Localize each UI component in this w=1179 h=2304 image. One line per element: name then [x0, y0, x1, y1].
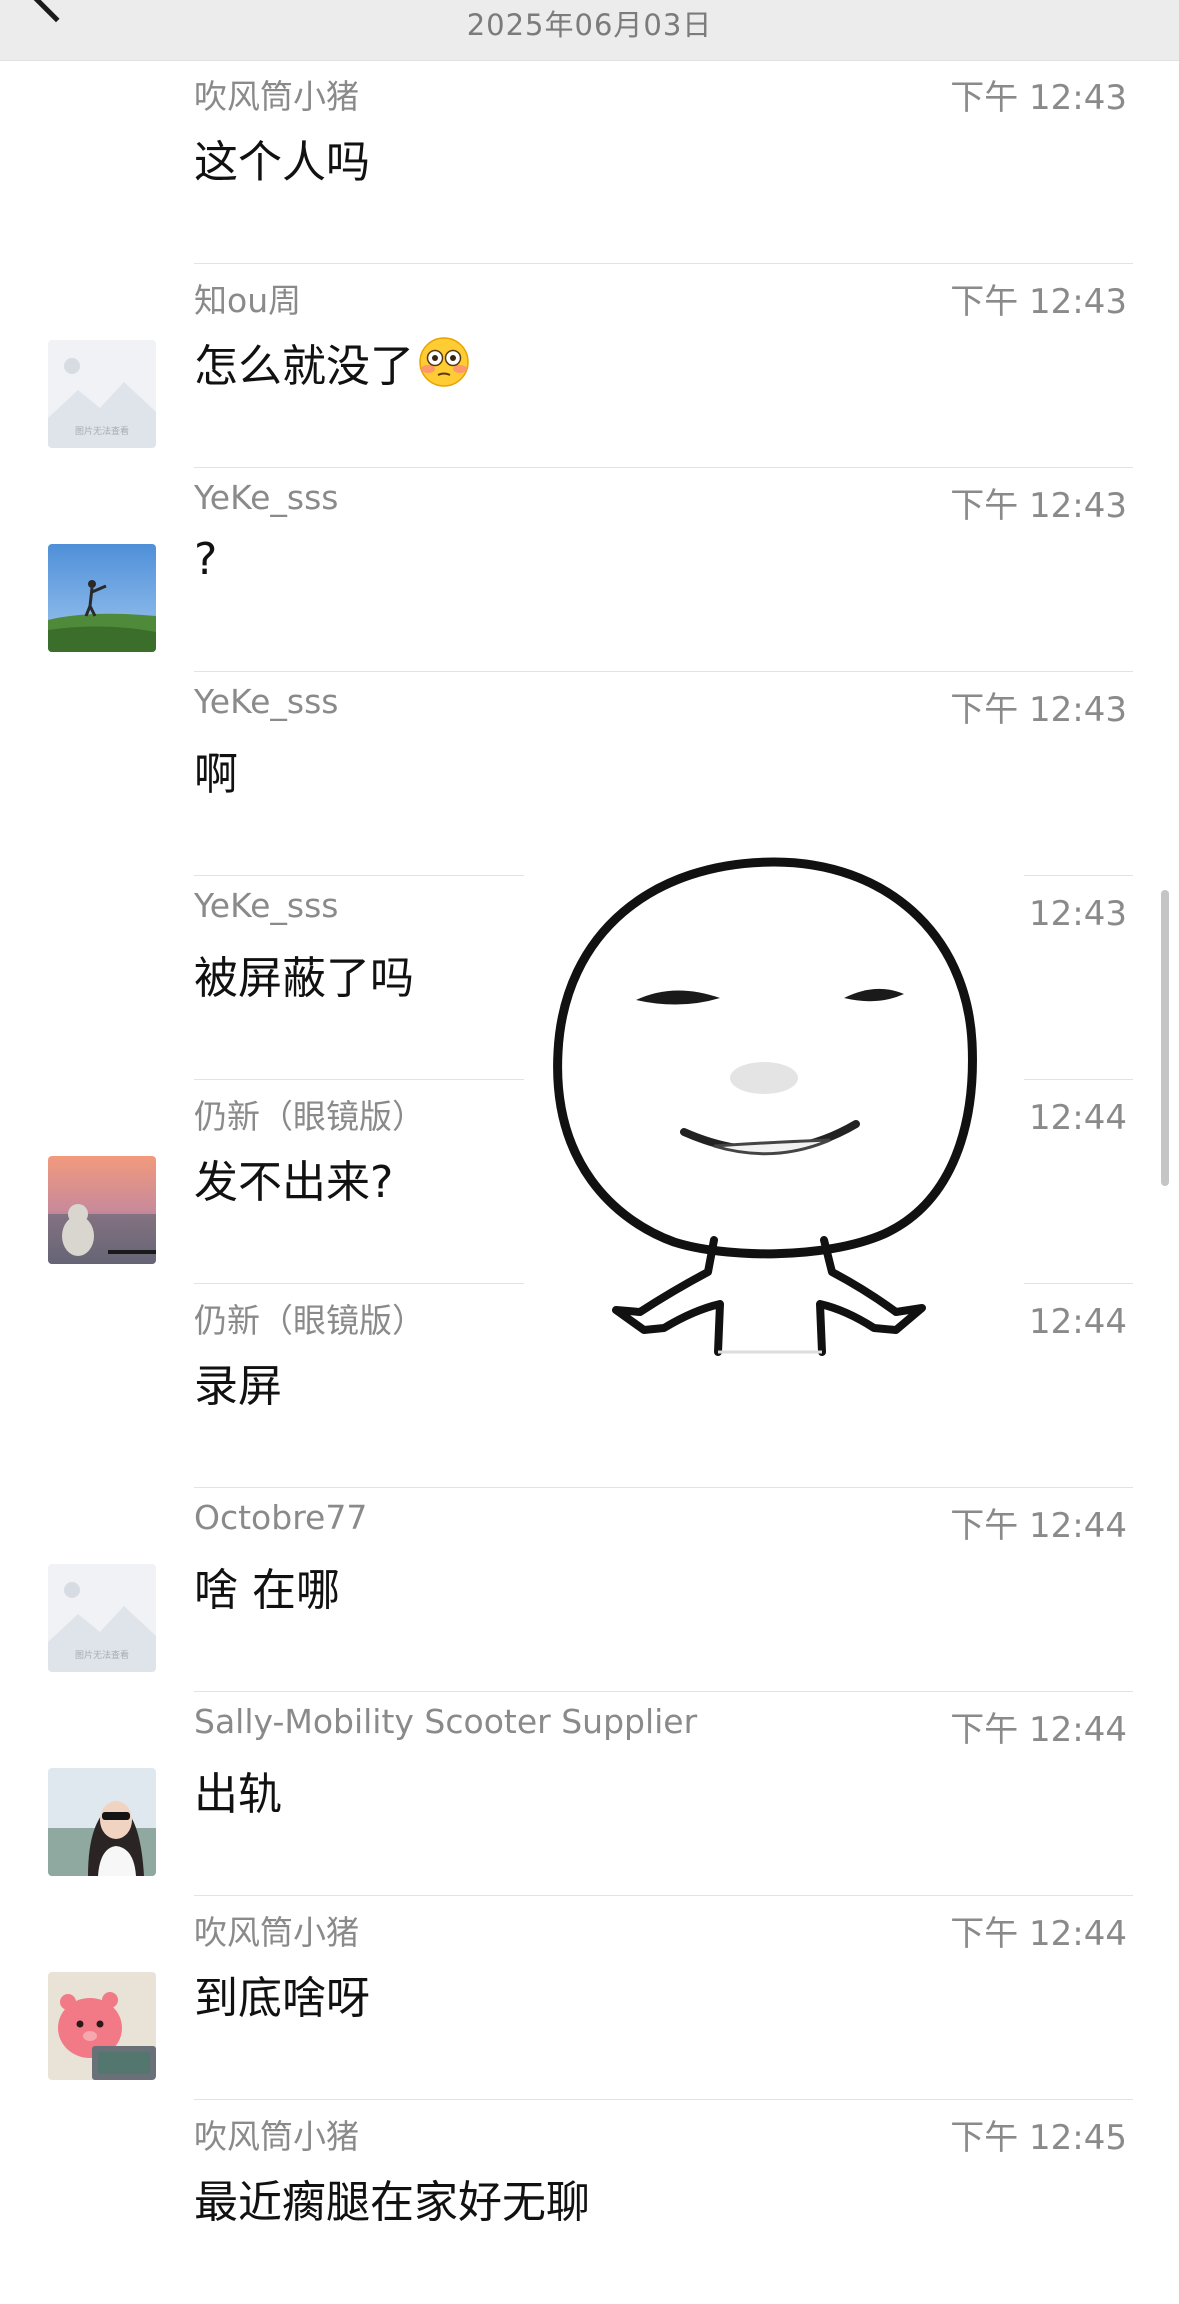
top-bar: 2025年06月03日: [0, 0, 1179, 61]
message-row: 图片无法查看 Octobre77 下午 12:44 啥 在哪: [0, 1488, 1179, 1692]
message-row: 图片无法查看 知ou周 下午 12:43 怎么就没了: [0, 264, 1179, 468]
photo-woman-avatar: [48, 1768, 156, 1876]
message-row: 吹风筒小猪 下午 12:43 这个人吗: [0, 60, 1179, 264]
photo-sky-grass-avatar: [48, 544, 156, 652]
message-time: 下午 12:44: [950, 1710, 1127, 1750]
message-sender: 仍新（眼镜版）: [194, 1301, 425, 1340]
avatar-placeholder-text: 图片无法查看: [75, 1649, 129, 1661]
message-text: ?: [194, 534, 218, 585]
avatar[interactable]: [48, 544, 156, 652]
message-time: 下午 12:45: [950, 2118, 1127, 2158]
message-time: 下午 12:43: [950, 690, 1127, 730]
message-text: 录屏: [194, 1361, 282, 1412]
avatar[interactable]: [48, 1156, 156, 1264]
message-row: Sally-Mobility Scooter Supplier 下午 12:44…: [0, 1692, 1179, 1896]
message-sender: 知ou周: [194, 281, 302, 320]
meme-sticker[interactable]: [524, 842, 1024, 1370]
message-text: 到底啥呀: [194, 1973, 370, 2024]
avatar[interactable]: 图片无法查看: [48, 1564, 156, 1672]
message-row: 吹风筒小猪 下午 12:44 到底啥呀: [0, 1896, 1179, 2100]
message-text: 啥 在哪: [194, 1565, 340, 1616]
message-text: 最近瘸腿在家好无聊: [194, 2177, 590, 2228]
message-time: 下午 12:43: [950, 486, 1127, 526]
photo-sunset-avatar: [48, 1156, 156, 1264]
avatar[interactable]: 图片无法查看: [48, 340, 156, 448]
avatar-placeholder-text: 图片无法查看: [75, 425, 129, 437]
smiling-bald-head-icon: [524, 842, 1024, 1370]
message-sender: YeKe_sss: [194, 886, 339, 925]
message-text: 这个人吗: [194, 137, 370, 188]
message-sender: YeKe_sss: [194, 682, 339, 721]
image-unavailable-icon: 图片无法查看: [48, 1564, 156, 1672]
message-sender: YeKe_sss: [194, 478, 339, 517]
scrollbar[interactable]: [1161, 890, 1169, 1186]
avatar[interactable]: [48, 1768, 156, 1876]
message-text: 啊: [194, 749, 238, 800]
message-text: 发不出来?: [194, 1157, 394, 1208]
flushed-face-emoji-icon: [419, 337, 469, 387]
message-time: 下午 12:43: [950, 282, 1127, 322]
message-sender: 吹风筒小猪: [194, 1913, 359, 1952]
message-text: 被屏蔽了吗: [194, 953, 414, 1004]
message-sender: Octobre77: [194, 1498, 368, 1537]
date-label: 2025年06月03日: [466, 8, 713, 42]
photo-pink-plush-avatar: [48, 1972, 156, 2080]
message-sender: 吹风筒小猪: [194, 2117, 359, 2156]
message-row: 吹风筒小猪 下午 12:45 最近瘸腿在家好无聊: [0, 2100, 1179, 2304]
message-sender: 仍新（眼镜版）: [194, 1097, 425, 1136]
message-time: 下午 12:43: [950, 78, 1127, 118]
message-time: 下午 12:44: [950, 1914, 1127, 1954]
image-unavailable-icon: 图片无法查看: [48, 340, 156, 448]
message-text: 怎么就没了: [194, 330, 470, 394]
message-row: YeKe_sss 下午 12:43 ?: [0, 468, 1179, 672]
message-sender: Sally-Mobility Scooter Supplier: [194, 1702, 698, 1741]
message-time: 下午 12:44: [950, 1506, 1127, 1546]
avatar[interactable]: [48, 1972, 156, 2080]
message-text: 出轨: [194, 1769, 282, 1820]
message-sender: 吹风筒小猪: [194, 77, 359, 116]
